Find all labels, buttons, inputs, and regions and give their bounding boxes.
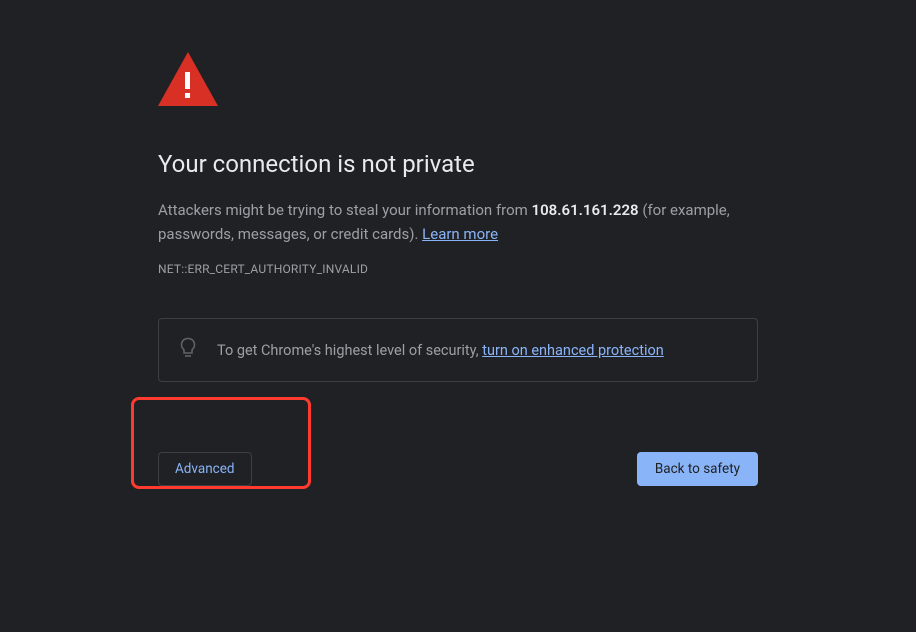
advanced-button[interactable]: Advanced xyxy=(158,452,252,486)
warning-description: Attackers might be trying to steal your … xyxy=(158,198,758,246)
back-to-safety-button[interactable]: Back to safety xyxy=(637,452,758,486)
tip-text: To get Chrome's highest level of securit… xyxy=(217,342,482,359)
description-prefix: Attackers might be trying to steal your … xyxy=(158,201,532,219)
lightbulb-icon xyxy=(179,337,197,363)
enhanced-protection-tip: To get Chrome's highest level of securit… xyxy=(158,318,758,382)
enhanced-protection-link[interactable]: turn on enhanced protection xyxy=(482,342,664,359)
warning-heading: Your connection is not private xyxy=(158,150,758,178)
error-code: NET::ERR_CERT_AUTHORITY_INVALID xyxy=(158,262,758,276)
ssl-warning-interstitial: Your connection is not private Attackers… xyxy=(158,0,758,486)
tip-text-container: To get Chrome's highest level of securit… xyxy=(217,342,664,359)
warning-triangle-icon xyxy=(158,52,758,110)
action-buttons: Advanced Back to safety xyxy=(158,452,758,486)
host-address: 108.61.161.228 xyxy=(532,201,639,219)
learn-more-link[interactable]: Learn more xyxy=(422,225,498,243)
